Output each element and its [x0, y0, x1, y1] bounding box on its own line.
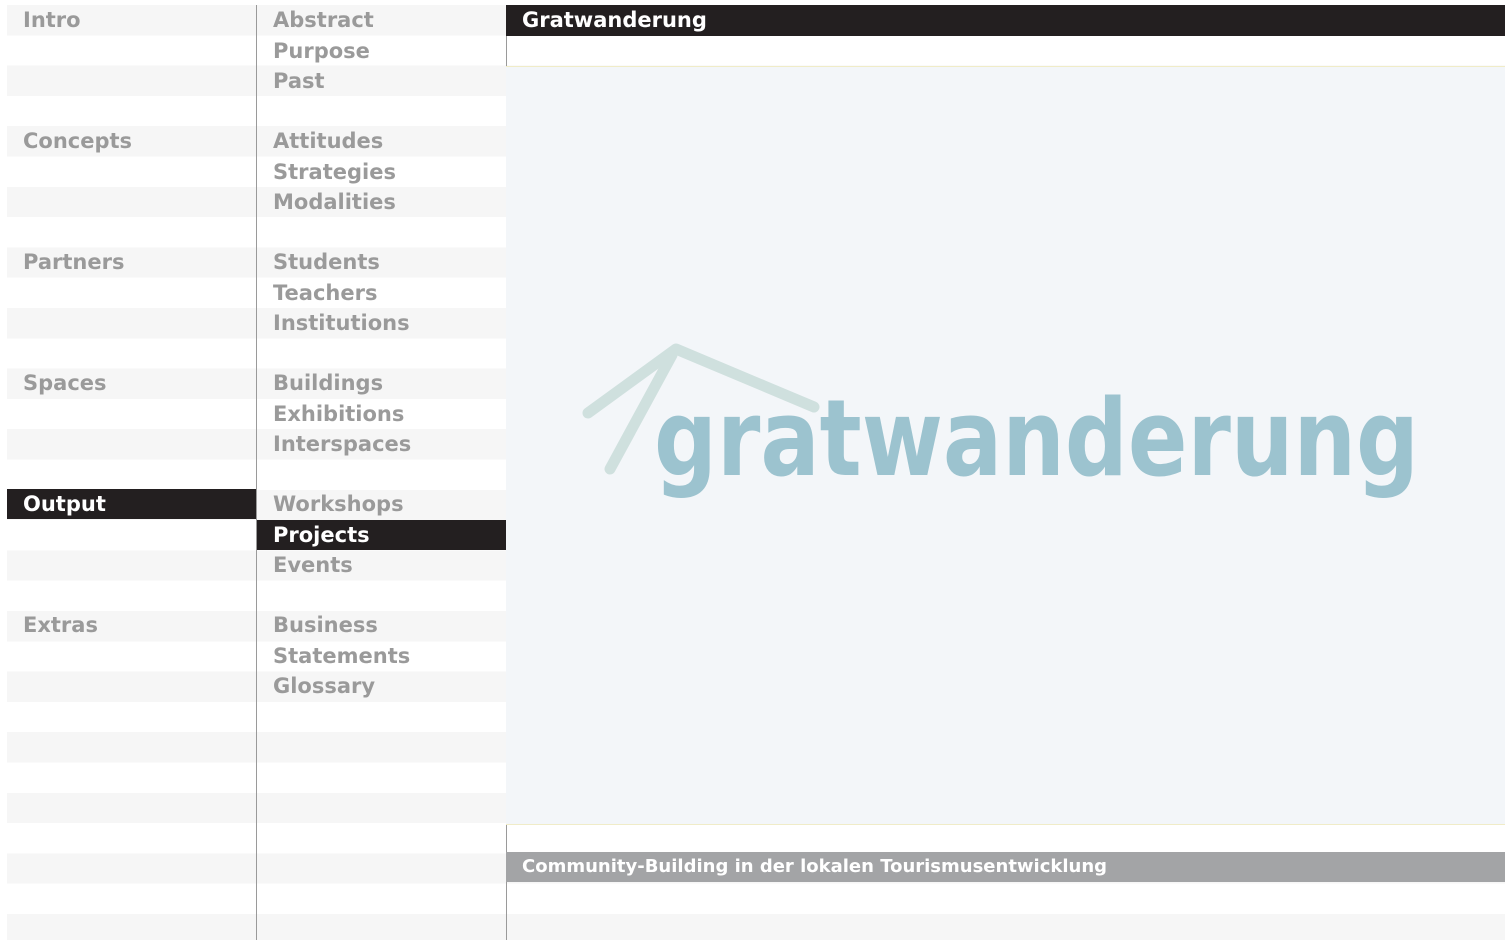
content-panel: Gratwanderung gratwanderung Community-Bu… [506, 5, 1505, 940]
nav-item-purpose[interactable]: Purpose [257, 36, 506, 66]
nav-item-past[interactable]: Past [257, 66, 506, 96]
nav-section-extras[interactable]: Extras [7, 610, 256, 640]
logo-text: gratwanderung [654, 377, 1419, 500]
project-caption: Community-Building in der lokalen Touris… [506, 852, 1505, 882]
gratwanderung-logo: gratwanderung [582, 343, 1419, 500]
nav-section-output[interactable]: Output [7, 489, 256, 519]
nav-item-workshops[interactable]: Workshops [257, 489, 506, 519]
nav-item-strategies[interactable]: Strategies [257, 157, 506, 187]
nav-item-institutions[interactable]: Institutions [257, 308, 506, 338]
nav-item-events[interactable]: Events [257, 550, 506, 580]
nav-item-buildings[interactable]: Buildings [257, 368, 506, 398]
nav-item-exhibitions[interactable]: Exhibitions [257, 399, 506, 429]
nav-item-statements[interactable]: Statements [257, 641, 506, 671]
nav-item-projects[interactable]: Projects [257, 520, 506, 550]
nav-section-intro[interactable]: Intro [7, 5, 256, 35]
primary-nav: Intro Concepts Partners Spaces Output Ex… [7, 5, 256, 940]
secondary-nav: Abstract Purpose Past Attitudes Strategi… [256, 5, 506, 940]
nav-item-teachers[interactable]: Teachers [257, 278, 506, 308]
nav-item-glossary[interactable]: Glossary [257, 671, 506, 701]
nav-item-modalities[interactable]: Modalities [257, 187, 506, 217]
nav-item-abstract[interactable]: Abstract [257, 5, 506, 35]
nav-item-interspaces[interactable]: Interspaces [257, 429, 506, 459]
nav-item-business[interactable]: Business [257, 610, 506, 640]
nav-section-concepts[interactable]: Concepts [7, 126, 256, 156]
nav-item-students[interactable]: Students [257, 247, 506, 277]
nav-item-attitudes[interactable]: Attitudes [257, 126, 506, 156]
page-title: Gratwanderung [506, 5, 1505, 36]
project-image: gratwanderung [506, 66, 1505, 825]
nav-section-spaces[interactable]: Spaces [7, 368, 256, 398]
nav-section-partners[interactable]: Partners [7, 247, 256, 277]
